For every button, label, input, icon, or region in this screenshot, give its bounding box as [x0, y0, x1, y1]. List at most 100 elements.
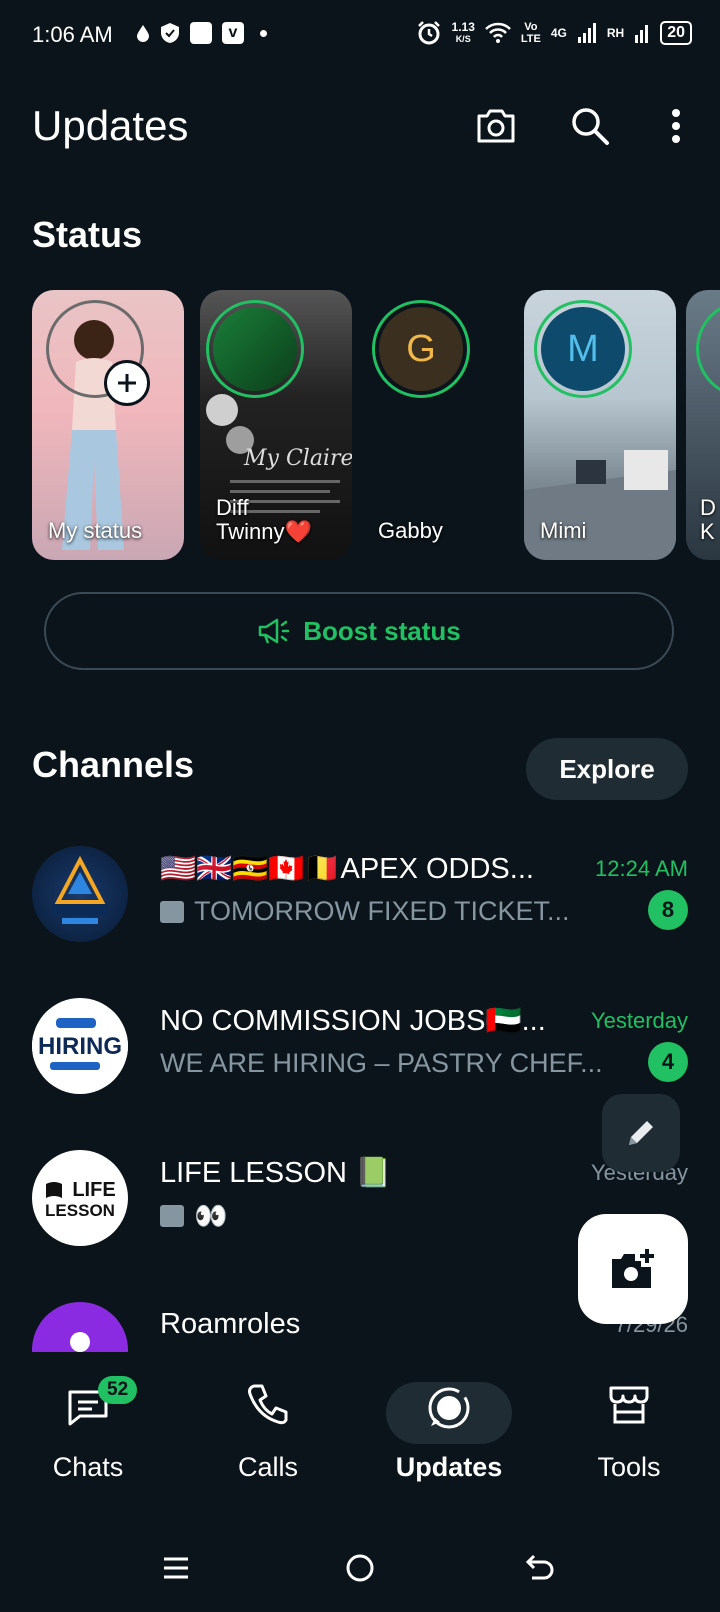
- edit-text-status-button[interactable]: [602, 1094, 680, 1172]
- nav-updates-label: Updates: [395, 1452, 503, 1482]
- unread-badge: 4: [648, 1042, 688, 1082]
- channel-avatar-apex-odds: [32, 846, 128, 942]
- more-vert-icon: [672, 109, 680, 143]
- recent-apps-button[interactable]: [162, 1554, 190, 1587]
- apex-logo-icon: [52, 855, 108, 924]
- status-card-gabby[interactable]: G Gabby: [362, 290, 514, 560]
- signal-icon-2: [635, 25, 649, 43]
- more-options-button[interactable]: [654, 104, 698, 148]
- status-label-mimi: Mimi: [540, 518, 587, 543]
- status-ring-partial: [696, 300, 720, 398]
- svg-text:LIFE: LIFE: [72, 1179, 115, 1201]
- status-card-mimi[interactable]: M Mimi: [524, 290, 676, 560]
- wifi-icon: [484, 22, 511, 43]
- network-type: 4G: [550, 26, 567, 40]
- status-ring-gabby: G: [372, 300, 470, 398]
- channel-last-message: TOMORROW FIXED TICKET...: [160, 896, 570, 927]
- home-button[interactable]: [344, 1552, 376, 1589]
- explore-button[interactable]: Explore: [526, 738, 688, 800]
- add-status-icon: [104, 360, 150, 406]
- drop-icon: [137, 25, 149, 42]
- image-icon: [160, 1205, 184, 1227]
- svg-text:My Claire: My Claire: [243, 446, 352, 471]
- camera-add-icon: [612, 1249, 654, 1288]
- channel-name: 🇺🇸🇬🇧🇺🇬🇨🇦🇧🇪APEX ODDS...: [160, 853, 534, 885]
- status-label-partial: D K: [700, 495, 716, 544]
- channel-name: NO COMMISSION JOBS🇦🇪...: [160, 1005, 546, 1037]
- camera-button[interactable]: [474, 104, 518, 148]
- status-label-gabby: Gabby: [378, 518, 443, 543]
- signal-icon: [577, 23, 596, 43]
- nav-chats-label: Chats: [52, 1452, 124, 1482]
- megaphone-icon: [259, 618, 290, 644]
- alarm-icon: [417, 21, 440, 45]
- v-app-icon: v: [222, 22, 244, 44]
- avatar: M: [541, 307, 625, 391]
- network-speed: 1.13 K/S: [452, 21, 475, 45]
- channel-avatar-roamroles: [32, 1302, 128, 1352]
- hiring-logo-icon: HIRING: [32, 1018, 128, 1070]
- chats-unread-badge: 52: [98, 1376, 138, 1404]
- channel-time: 12:24 AM: [595, 856, 688, 881]
- svg-text:LESSON: LESSON: [45, 1201, 115, 1220]
- my-status-card[interactable]: My status: [32, 290, 184, 560]
- channel-name: LIFE LESSON 📗: [160, 1157, 392, 1189]
- system-navigation-bar: [0, 1532, 720, 1612]
- avatar: G: [379, 307, 463, 391]
- status-heading: Status: [32, 214, 143, 255]
- status-bar-system-icons: 1.13 K/S Vo LTE 4G RH 20: [416, 20, 692, 46]
- status-bar-time: 1:06 AM: [32, 22, 113, 47]
- image-icon: [160, 900, 184, 923]
- search-button[interactable]: [568, 104, 612, 148]
- life-lesson-logo-icon: LIFELESSON: [45, 1179, 116, 1220]
- avatar: [213, 307, 297, 391]
- volte-indicator: Vo LTE: [521, 21, 541, 45]
- channel-row-no-commission-jobs[interactable]: HIRING NO COMMISSION JOBS🇦🇪... Yesterday…: [0, 992, 720, 1112]
- boost-status-label: Boost status: [303, 615, 461, 646]
- status-label-my-status: My status: [48, 518, 143, 543]
- network-speed-unit: K/S: [455, 34, 471, 44]
- channels-heading: Channels: [32, 744, 195, 785]
- app-notification-icon: [190, 22, 212, 44]
- channel-avatar-life-lesson: LIFE LESSON: [32, 1150, 128, 1246]
- network-type-2: RH: [606, 26, 625, 40]
- status-card-partial[interactable]: D K: [686, 290, 720, 560]
- nav-calls[interactable]: [198, 1382, 338, 1431]
- status-ring-mimi: M: [534, 300, 632, 398]
- channel-message-text: TOMORROW FIXED TICKET...: [194, 896, 570, 926]
- volte-bottom: LTE: [520, 33, 541, 45]
- status-card-diff-twinny[interactable]: My Claire Diff Twinny❤️: [200, 290, 352, 560]
- search-icon: [572, 108, 609, 145]
- nav-tools[interactable]: [559, 1382, 699, 1431]
- channel-avatar-hiring: HIRING: [32, 998, 128, 1094]
- status-bar-notification-icons: v: [136, 22, 267, 44]
- status-label-diff-twinny: Diff Twinny❤️: [216, 495, 312, 544]
- camera-icon: [477, 109, 515, 143]
- shield-icon: [161, 23, 179, 43]
- channel-time: Yesterday: [590, 1008, 688, 1033]
- phone-icon: [248, 1384, 288, 1425]
- nav-calls-label: Calls: [237, 1452, 298, 1482]
- menu-icon: [164, 1557, 188, 1579]
- nav-chats[interactable]: 52: [18, 1376, 158, 1431]
- channel-row-apex-odds[interactable]: 🇺🇸🇬🇧🇺🇬🇨🇦🇧🇪APEX ODDS... 12:24 AM TOMORROW…: [0, 840, 720, 960]
- add-photo-status-button[interactable]: [578, 1214, 688, 1324]
- storefront-icon: [609, 1386, 649, 1424]
- page-title: Updates: [32, 102, 189, 149]
- updates-icon: [428, 1387, 470, 1429]
- unread-badge: 8: [648, 890, 688, 930]
- battery-level: 20: [660, 21, 692, 45]
- channel-last-message: WE ARE HIRING – PASTRY CHEF...: [160, 1048, 603, 1078]
- channel-message-text: 👀: [194, 1201, 228, 1231]
- dot-icon: [260, 29, 267, 37]
- back-icon: [525, 1554, 554, 1580]
- channel-last-message: 👀: [160, 1200, 228, 1232]
- nav-tools-label: Tools: [597, 1452, 661, 1482]
- back-button[interactable]: [524, 1552, 556, 1589]
- volte-top: Vo: [524, 21, 538, 33]
- boost-status-button[interactable]: Boost status: [44, 592, 674, 670]
- bottom-navigation: 52 Chats Calls Updates Tools: [0, 1352, 720, 1522]
- channel-name: Roamroles: [160, 1308, 301, 1340]
- nav-updates[interactable]: [379, 1382, 519, 1437]
- status-ring-diff-twinny: [206, 300, 304, 398]
